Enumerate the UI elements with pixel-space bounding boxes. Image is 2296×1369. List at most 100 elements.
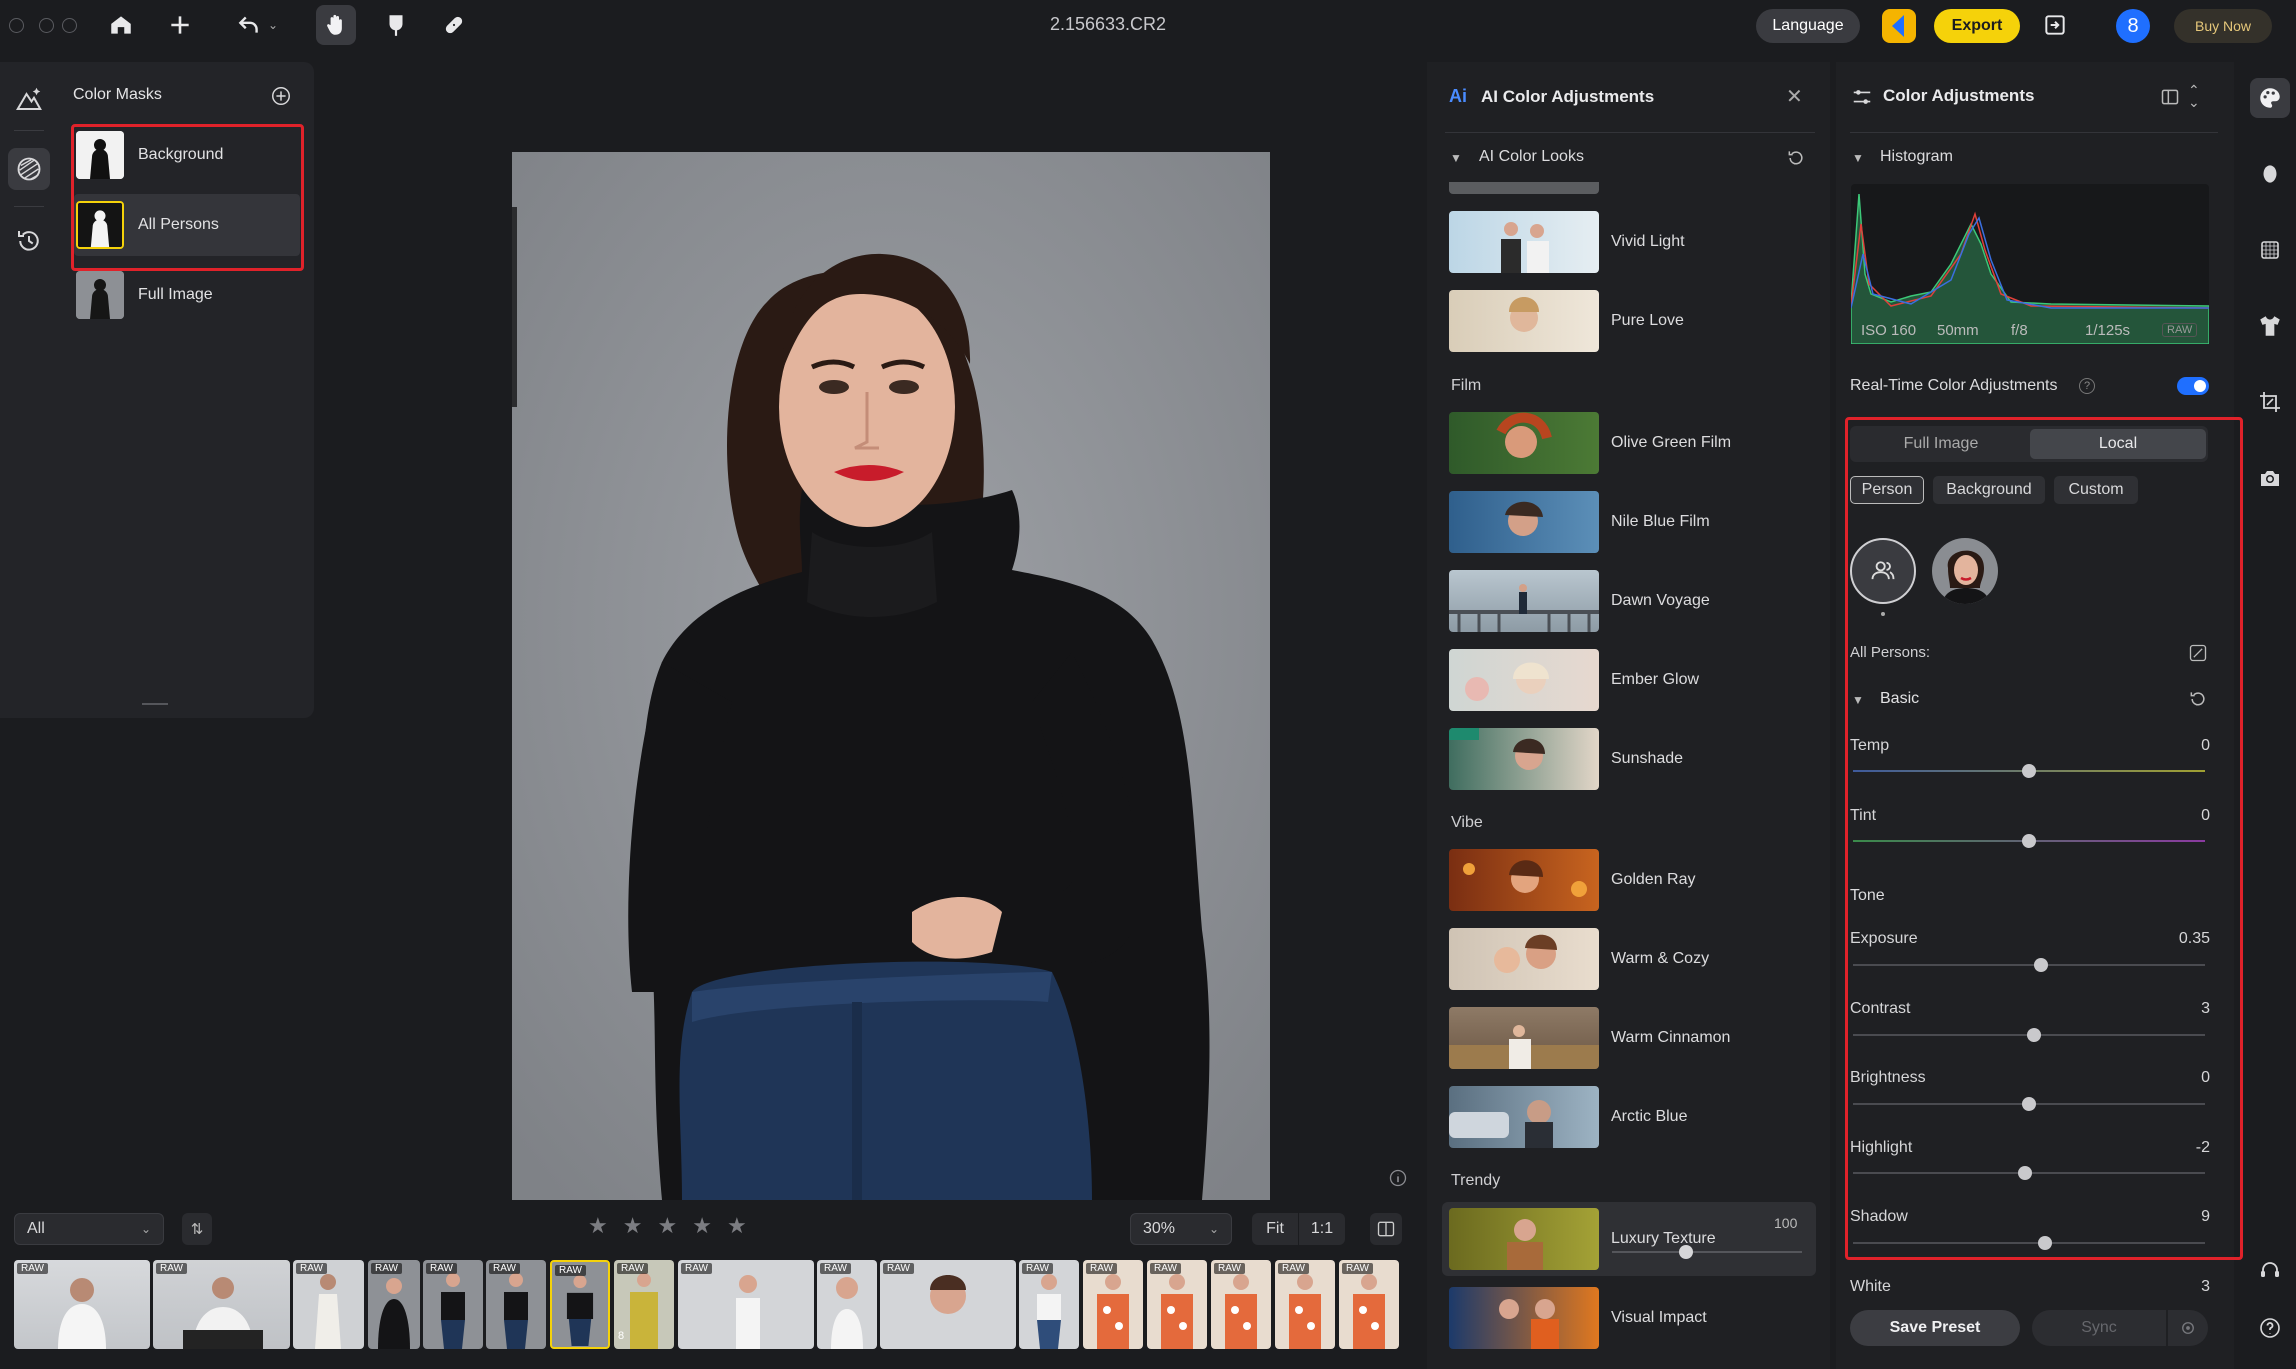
color-palette-icon[interactable] [2250,78,2290,118]
clothing-icon[interactable] [2250,306,2290,346]
mask-brush-icon[interactable] [381,10,411,40]
look-thumbnail [1449,649,1599,711]
sort-icon[interactable]: ⇅ [182,1213,212,1245]
zoom-dropdown[interactable]: 30% ⌄ [1130,1213,1232,1245]
film-thumbnail[interactable]: RAW [1275,1260,1335,1349]
film-thumbnail[interactable]: RAW [14,1260,150,1349]
look-arctic-blue[interactable]: Arctic Blue [1449,1085,1687,1149]
ai-color-looks-header[interactable]: AI Color Looks [1479,148,1584,166]
film-thumbnail[interactable]: RAW [1083,1260,1143,1349]
panel-layout-icon[interactable] [2160,87,2180,107]
look-thumbnail [1449,211,1599,273]
film-thumbnail[interactable]: RAW [1339,1260,1399,1349]
film-thumbnail[interactable]: RAW [486,1260,546,1349]
rating-stars[interactable]: ★ ★ ★ ★ ★ [588,1213,747,1239]
undo-history-chevron-icon[interactable]: ⌄ [268,18,278,32]
sync-button[interactable]: Sync [2032,1310,2166,1346]
sidebar-toggle-icon[interactable] [2040,10,2070,40]
look-nile-blue-film[interactable]: Nile Blue Film [1449,490,1710,554]
save-preset-button[interactable]: Save Preset [1850,1310,2020,1346]
film-thumbnail[interactable]: RAW [1211,1260,1271,1349]
histogram-header[interactable]: Histogram [1880,148,1953,166]
info-icon[interactable] [1388,1168,1408,1188]
mask-label: Full Image [138,286,213,303]
look-sunshade[interactable]: Sunshade [1449,727,1683,791]
retouch-face-icon[interactable] [2250,154,2290,194]
filter-dropdown[interactable]: All ⌄ [14,1213,164,1245]
film-thumbnail[interactable]: RAW [678,1260,814,1349]
healing-bandage-icon[interactable] [439,10,469,40]
film-thumbnail[interactable]: RAW [153,1260,290,1349]
promo-icon[interactable] [1882,9,1916,43]
sync-settings-icon[interactable] [2168,1310,2208,1346]
film-thumbnail[interactable]: RAW [423,1260,483,1349]
minimize-window-button[interactable] [39,18,54,33]
look-thumbnail-partial [1449,182,1599,194]
stack-count: 8 [618,1330,625,1342]
close-window-button[interactable] [9,18,24,33]
look-warm-cozy[interactable]: Warm & Cozy [1449,927,1709,991]
adjustments-icon [1851,86,1873,108]
slider-knob[interactable] [1679,1245,1694,1259]
star-icon[interactable]: ★ [623,1213,643,1239]
photo-canvas[interactable] [512,152,1270,1200]
star-icon[interactable]: ★ [657,1213,677,1239]
look-pure-love[interactable]: Pure Love [1449,289,1684,353]
color-mask-tool-icon[interactable] [8,148,50,190]
film-thumbnail-selected[interactable]: RAW [550,1260,610,1349]
collapse-triangle-icon[interactable]: ▼ [1852,151,1864,165]
hand-tool-icon[interactable] [316,5,356,45]
support-headset-icon[interactable] [2250,1250,2290,1290]
history-icon[interactable] [14,226,44,256]
film-thumbnail[interactable]: RAW [880,1260,1016,1349]
look-strength-slider[interactable] [1612,1245,1802,1259]
crop-icon[interactable] [2250,382,2290,422]
undo-icon[interactable] [234,10,264,40]
look-vivid-light[interactable]: Vivid Light [1449,210,1685,274]
look-thumbnail [1449,570,1599,632]
look-thumbnail [1449,412,1599,474]
film-thumbnail[interactable]: RAW [1019,1260,1079,1349]
background-grid-icon[interactable] [2250,230,2290,270]
home-icon[interactable] [106,10,136,40]
notification-badge[interactable]: 8 [2116,9,2150,43]
look-golden-ray[interactable]: Golden Ray [1449,848,1696,912]
panel-resize-handle[interactable] [142,703,168,705]
look-olive-green-film[interactable]: Olive Green Film [1449,411,1731,475]
add-mask-icon[interactable] [270,85,292,107]
slider-value-white: 3 [2201,1278,2210,1295]
look-warm-cinnamon[interactable]: Warm Cinnamon [1449,1006,1730,1070]
close-icon[interactable]: ✕ [1786,84,1803,109]
reset-icon[interactable] [1786,148,1806,168]
film-thumbnail[interactable]: RAW [1147,1260,1207,1349]
add-icon[interactable] [165,10,195,40]
look-ember-glow[interactable]: Ember Glow [1449,648,1699,712]
star-icon[interactable]: ★ [588,1213,608,1239]
collapse-triangle-icon[interactable]: ▼ [1450,151,1462,165]
look-strength-value: 100 [1774,1215,1798,1231]
help-circle-icon[interactable] [2250,1308,2290,1348]
look-dawn-voyage[interactable]: Dawn Voyage [1449,569,1710,633]
fit-button[interactable]: Fit [1252,1213,1298,1245]
help-icon[interactable]: ? [2079,378,2095,394]
zoom-window-button[interactable] [62,18,77,33]
film-thumbnail[interactable]: RAW [293,1260,364,1349]
filter-value: All [27,1220,45,1237]
realtime-toggle[interactable] [2177,377,2209,395]
camera-icon[interactable] [2250,458,2290,498]
export-button[interactable]: Export [1934,9,2020,43]
mask-item-full-image[interactable]: Full Image [76,264,296,326]
star-icon[interactable]: ★ [727,1213,747,1239]
language-button[interactable]: Language [1756,9,1860,43]
film-thumbnail[interactable]: RAW 8 [614,1260,674,1349]
star-icon[interactable]: ★ [692,1213,712,1239]
compare-view-icon[interactable] [1370,1213,1402,1245]
one-to-one-button[interactable]: 1:1 [1299,1213,1345,1245]
look-luxury-texture[interactable]: Luxury Texture [1449,1207,1716,1271]
film-thumbnail[interactable]: RAW [368,1260,420,1349]
expand-collapse-icon[interactable]: ⌃ ⌄ [2188,83,2200,109]
ai-mask-icon[interactable] [14,84,44,114]
look-visual-impact[interactable]: Visual Impact [1449,1286,1707,1350]
buy-now-button[interactable]: Buy Now [2174,9,2272,43]
film-thumbnail[interactable]: RAW [817,1260,877,1349]
